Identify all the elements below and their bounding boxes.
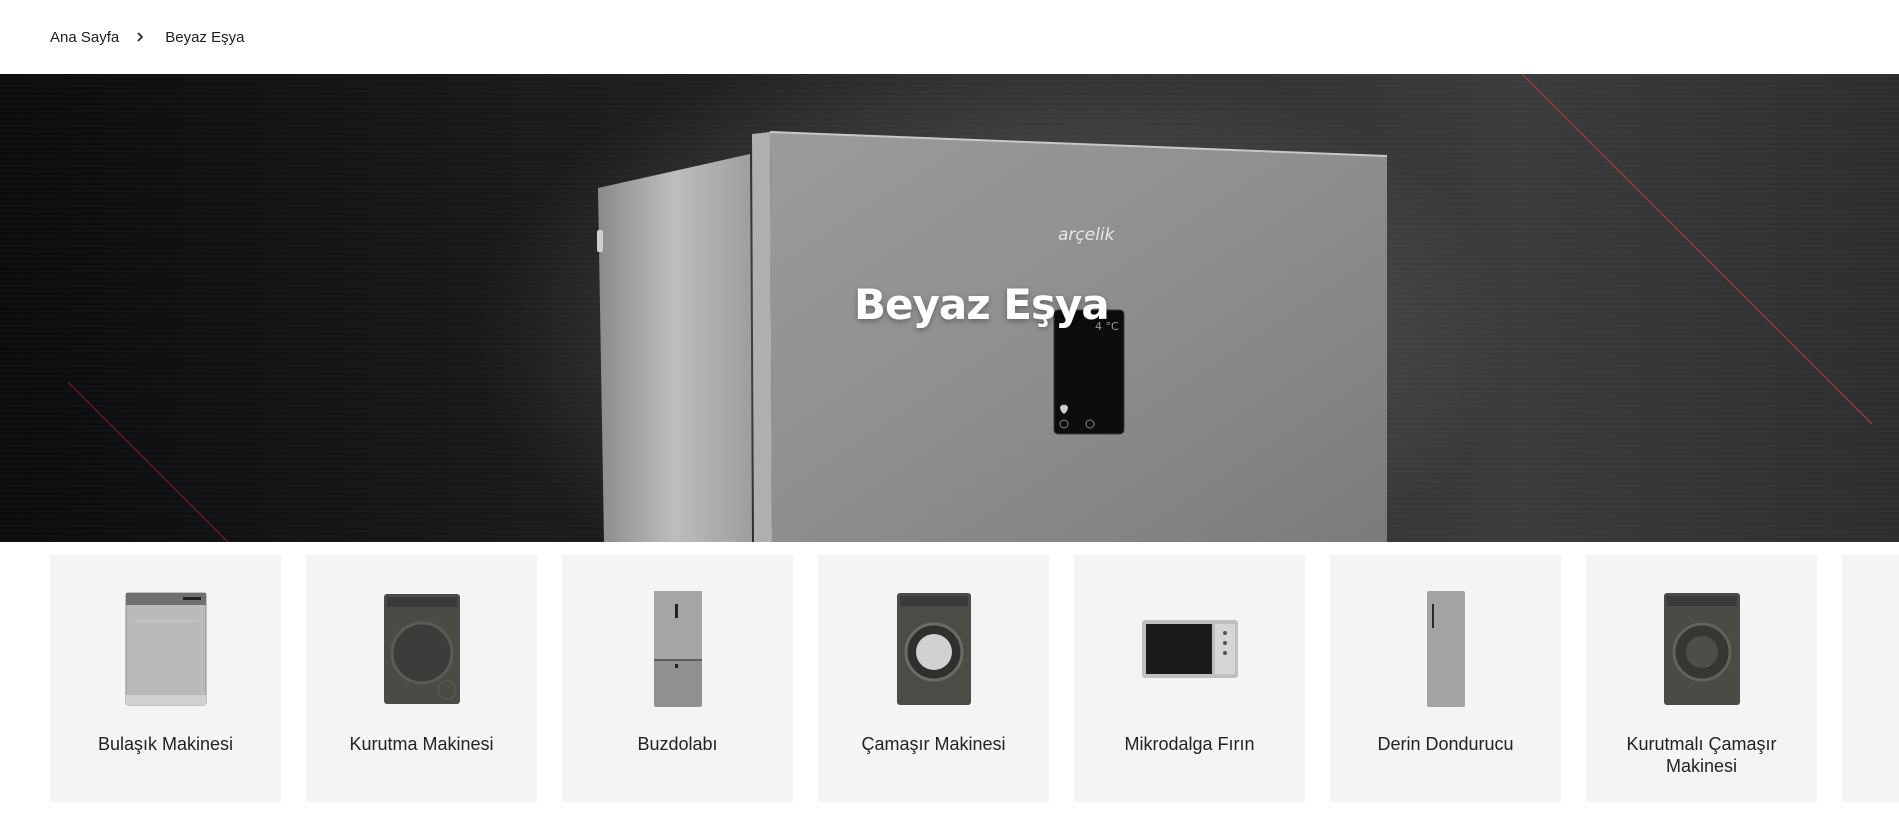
category-card-kurutma-makinesi[interactable]: Kurutma Makinesi (306, 555, 537, 802)
dryer-icon (306, 589, 537, 709)
washing-machine-icon (818, 589, 1049, 709)
category-card-kurutmali-camasir-makinesi[interactable]: Kurutmalı Çamaşır Makinesi (1586, 555, 1817, 802)
freezer-icon (1330, 589, 1561, 709)
category-card-bulasik-makinesi[interactable]: Bulaşık Makinesi (50, 555, 281, 802)
category-card-camasir-makinesi[interactable]: Çamaşır Makinesi (818, 555, 1049, 802)
breadcrumb-home-link[interactable]: Ana Sayfa (50, 29, 119, 46)
category-label: Kurutma Makinesi (349, 734, 494, 754)
page-title: Beyaz Eşya (854, 280, 1110, 329)
category-card-mikrodalga-firin[interactable]: Mikrodalga Fırın (1074, 555, 1305, 802)
category-label: Derin Dondurucu (1377, 734, 1514, 754)
category-card-next-partial[interactable] (1842, 555, 1899, 802)
washer-dryer-icon (1586, 589, 1817, 709)
breadcrumb-current: Beyaz Eşya (165, 28, 245, 46)
category-label: Mikrodalga Fırın (1124, 734, 1255, 754)
category-label: Bulaşık Makinesi (97, 734, 234, 754)
category-card-buzdolabi[interactable]: Buzdolabı (562, 555, 793, 802)
breadcrumb: Ana Sayfa Beyaz Eşya (50, 0, 244, 74)
category-label: Buzdolabı (637, 734, 718, 754)
brand-logo: arçelik (1058, 225, 1116, 245)
category-label: Çamaşır Makinesi (861, 734, 1006, 754)
category-carousel: Bulaşık Makinesi Kurutma Makinesi Buzdol… (50, 555, 1899, 802)
refrigerator-icon (562, 589, 793, 709)
microwave-icon (1074, 589, 1305, 709)
dishwasher-icon (50, 589, 281, 709)
category-card-derin-dondurucu[interactable]: Derin Dondurucu (1330, 555, 1561, 802)
category-label: Kurutmalı Çamaşır Makinesi (1626, 734, 1777, 776)
hero-banner: arçelik 4 °C Beyaz Eşya (0, 74, 1899, 542)
chevron-right-icon (135, 31, 145, 43)
